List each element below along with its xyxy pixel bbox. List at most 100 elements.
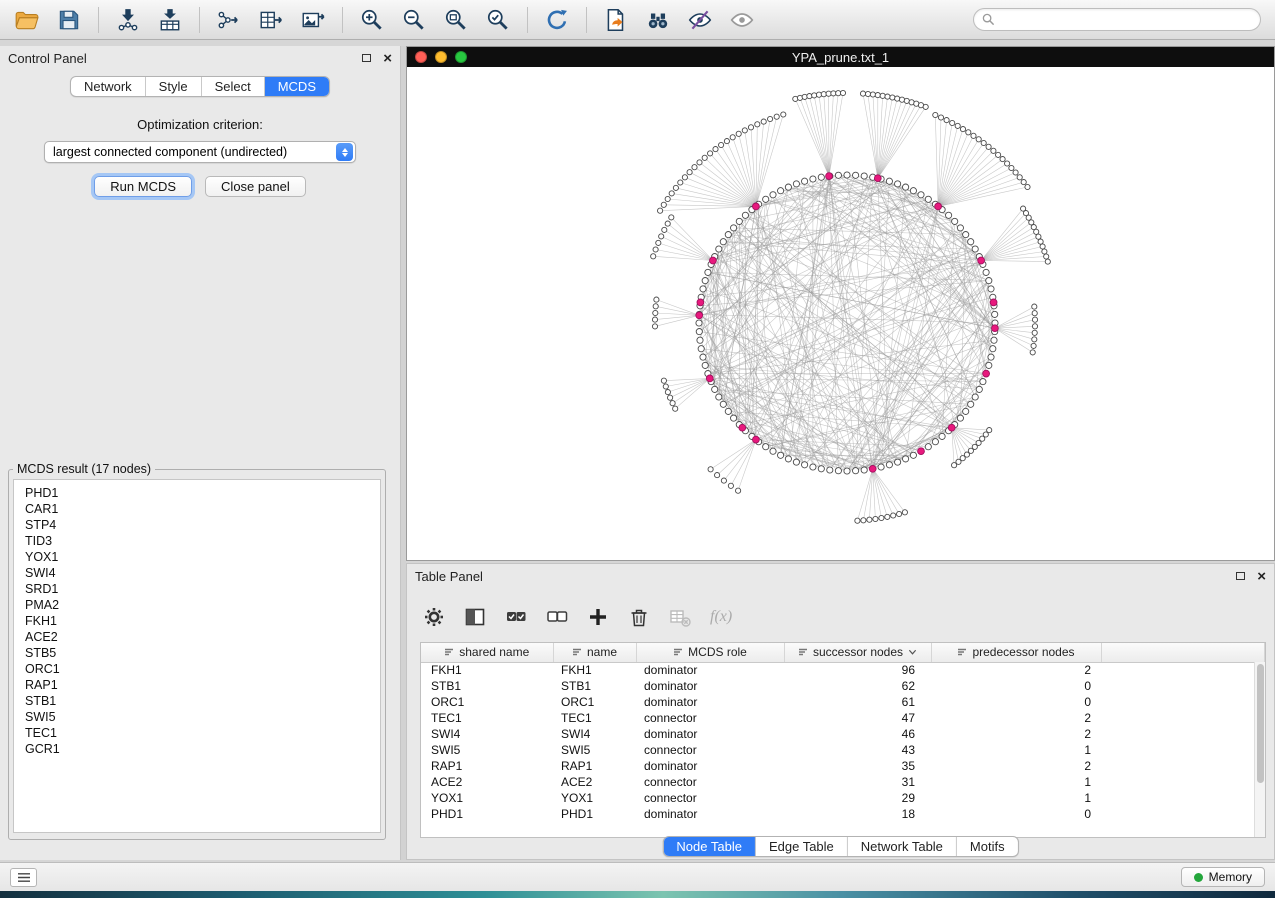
- network-node[interactable]: [992, 311, 998, 317]
- network-leaf-node[interactable]: [840, 90, 845, 95]
- network-leaf-node[interactable]: [668, 395, 673, 400]
- network-leaf-node[interactable]: [662, 227, 667, 232]
- network-node[interactable]: [778, 188, 784, 194]
- network-leaf-node[interactable]: [950, 120, 955, 125]
- mcds-dominator-node[interactable]: [948, 424, 955, 431]
- table-cell[interactable]: dominator: [636, 806, 784, 822]
- network-leaf-node[interactable]: [653, 304, 658, 309]
- mcds-dominator-node[interactable]: [869, 465, 876, 472]
- mcds-result-item[interactable]: FKH1: [25, 613, 380, 629]
- network-node[interactable]: [853, 172, 859, 178]
- network-node[interactable]: [957, 225, 963, 231]
- criterion-select[interactable]: largest connected component (undirected): [44, 141, 356, 163]
- network-leaf-node[interactable]: [1038, 239, 1043, 244]
- deselect-all-icon[interactable]: [546, 606, 568, 628]
- table-cell[interactable]: STB1: [421, 678, 553, 694]
- network-leaf-node[interactable]: [715, 473, 720, 478]
- mcds-dominator-node[interactable]: [874, 175, 881, 182]
- network-node[interactable]: [835, 172, 841, 178]
- network-leaf-node[interactable]: [860, 91, 865, 96]
- network-leaf-node[interactable]: [669, 191, 674, 196]
- network-node[interactable]: [963, 232, 969, 238]
- network-node[interactable]: [861, 173, 867, 179]
- network-node[interactable]: [720, 401, 726, 407]
- network-leaf-node[interactable]: [1030, 350, 1035, 355]
- table-row[interactable]: ORC1ORC1dominator610: [421, 694, 1265, 710]
- mcds-result-item[interactable]: SRD1: [25, 581, 380, 597]
- zoom-in-icon[interactable]: [359, 7, 385, 33]
- table-cell[interactable]: ORC1: [421, 694, 553, 710]
- column-header-predecessor-nodes[interactable]: predecessor nodes: [931, 643, 1101, 662]
- mcds-dominator-node[interactable]: [983, 370, 990, 377]
- network-leaf-node[interactable]: [665, 390, 670, 395]
- network-leaf-node[interactable]: [1032, 311, 1037, 316]
- network-leaf-node[interactable]: [661, 202, 666, 207]
- table-cell[interactable]: SWI5: [553, 742, 636, 758]
- tab-select[interactable]: Select: [202, 77, 265, 96]
- network-leaf-node[interactable]: [728, 483, 733, 488]
- table-cell[interactable]: 29: [784, 790, 931, 806]
- network-node[interactable]: [878, 464, 884, 470]
- mcds-dominator-node[interactable]: [990, 299, 997, 306]
- network-leaf-node[interactable]: [981, 140, 986, 145]
- network-leaf-node[interactable]: [966, 130, 971, 135]
- network-leaf-node[interactable]: [938, 115, 943, 120]
- network-node[interactable]: [835, 468, 841, 474]
- table-cell[interactable]: 61: [784, 694, 931, 710]
- table-cell[interactable]: 1: [931, 790, 1101, 806]
- network-leaf-node[interactable]: [870, 92, 875, 97]
- table-cell[interactable]: 1: [931, 774, 1101, 790]
- table-cell[interactable]: RAP1: [553, 758, 636, 774]
- mcds-result-list[interactable]: PHD1CAR1STP4TID3YOX1SWI4SRD1PMA2FKH1ACE2…: [13, 479, 381, 833]
- table-cell[interactable]: connector: [636, 774, 784, 790]
- close-panel-button[interactable]: Close panel: [205, 176, 306, 197]
- network-leaf-node[interactable]: [774, 114, 779, 119]
- network-leaf-node[interactable]: [1032, 317, 1037, 322]
- table-cell[interactable]: 46: [784, 726, 931, 742]
- network-node[interactable]: [802, 462, 808, 468]
- table-cell[interactable]: 2: [931, 758, 1101, 774]
- export-table-icon[interactable]: [258, 7, 284, 33]
- network-node[interactable]: [725, 408, 731, 414]
- tab-network-table[interactable]: Network Table: [848, 837, 957, 856]
- network-node[interactable]: [716, 394, 722, 400]
- network-leaf-node[interactable]: [742, 128, 747, 133]
- network-node[interactable]: [939, 433, 945, 439]
- network-node[interactable]: [696, 320, 702, 326]
- network-leaf-node[interactable]: [923, 104, 928, 109]
- import-network-icon[interactable]: [115, 7, 141, 33]
- search-network-icon[interactable]: [645, 7, 671, 33]
- network-leaf-node[interactable]: [1031, 343, 1036, 348]
- mcds-result-item[interactable]: SWI4: [25, 565, 380, 581]
- network-node[interactable]: [810, 464, 816, 470]
- table-cell[interactable]: dominator: [636, 694, 784, 710]
- network-leaf-node[interactable]: [1044, 254, 1049, 259]
- network-leaf-node[interactable]: [654, 297, 659, 302]
- table-cell[interactable]: ORC1: [553, 694, 636, 710]
- network-node[interactable]: [844, 172, 850, 178]
- network-node[interactable]: [903, 456, 909, 462]
- table-cell[interactable]: ACE2: [421, 774, 553, 790]
- table-row[interactable]: SWI4SWI4dominator462: [421, 726, 1265, 742]
- network-node[interactable]: [818, 466, 824, 472]
- table-cell[interactable]: 96: [784, 662, 931, 678]
- table-cell[interactable]: connector: [636, 742, 784, 758]
- tab-mcds[interactable]: MCDS: [265, 77, 329, 96]
- network-leaf-node[interactable]: [991, 148, 996, 153]
- network-leaf-node[interactable]: [960, 127, 965, 132]
- network-node[interactable]: [770, 448, 776, 454]
- close-panel-icon[interactable]: ×: [383, 51, 392, 66]
- table-cell[interactable]: 1: [931, 742, 1101, 758]
- mcds-result-item[interactable]: TEC1: [25, 725, 380, 741]
- mcds-result-item[interactable]: TID3: [25, 533, 380, 549]
- network-leaf-node[interactable]: [891, 513, 896, 518]
- network-node[interactable]: [946, 212, 952, 218]
- open-folder-icon[interactable]: [14, 7, 40, 33]
- network-leaf-node[interactable]: [885, 94, 890, 99]
- table-cell[interactable]: 35: [784, 758, 931, 774]
- mcds-result-item[interactable]: RAP1: [25, 677, 380, 693]
- search-input[interactable]: [1001, 12, 1252, 28]
- save-icon[interactable]: [56, 7, 82, 33]
- network-leaf-node[interactable]: [1032, 324, 1037, 329]
- table-row[interactable]: TEC1TEC1connector472: [421, 710, 1265, 726]
